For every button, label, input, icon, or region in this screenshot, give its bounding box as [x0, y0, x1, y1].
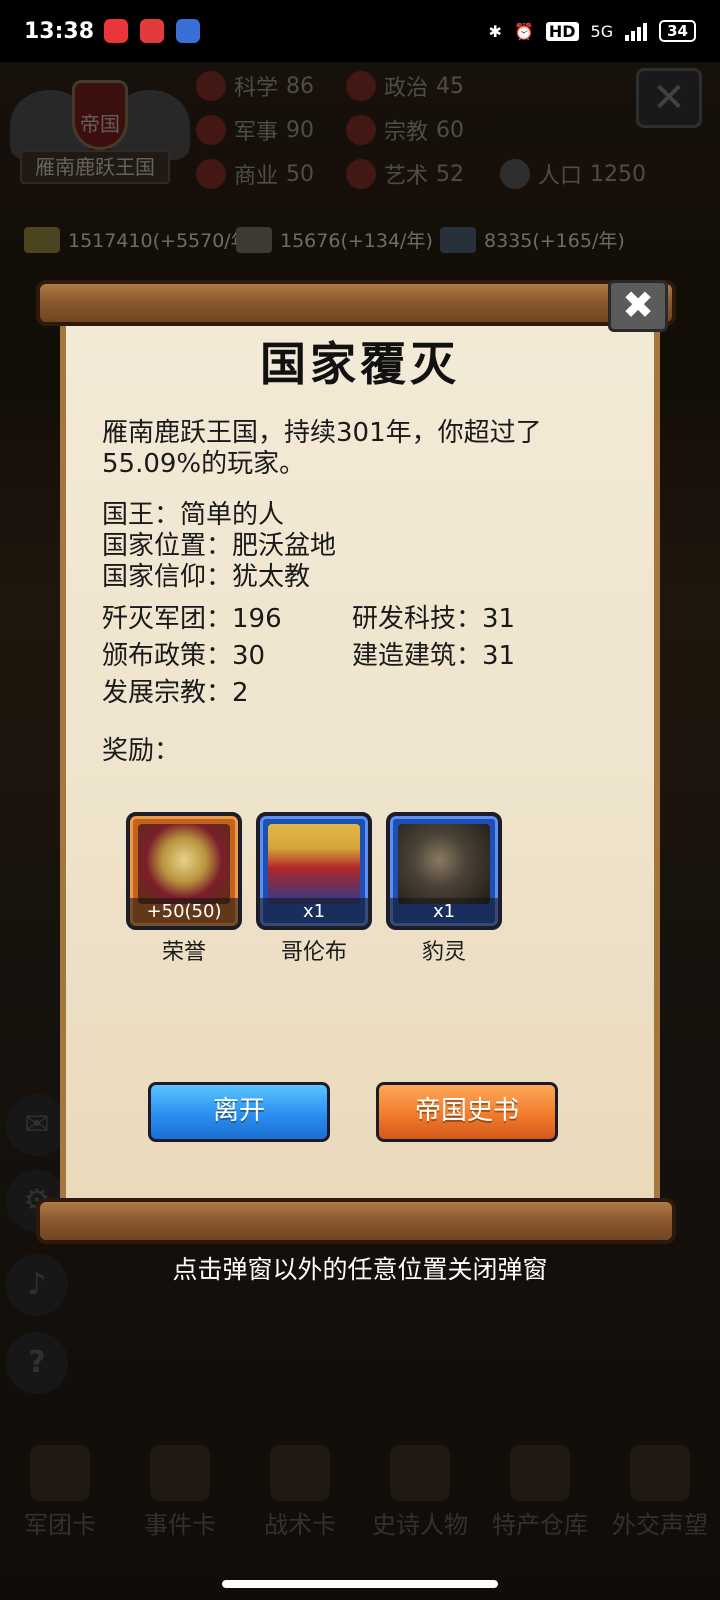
network-label: 5G — [590, 21, 614, 41]
religion-line: 国家信仰：犹太教 — [102, 562, 311, 592]
hd-badge: HD — [545, 21, 579, 41]
status-bar: 13:38 ✱ ⏰ HD 5G 34 — [0, 0, 720, 62]
reward-frame: x1 — [386, 812, 502, 930]
close-hint: 点击弹窗以外的任意位置关闭弹窗 — [172, 1255, 548, 1284]
dialog-close-button[interactable]: ✖ — [608, 280, 668, 332]
reward-count: +50(50) — [130, 898, 238, 926]
dialog-title: 国家覆灭 — [260, 337, 460, 391]
battery-indicator: 34 — [659, 20, 696, 42]
dialog-summary: 雁南鹿跃王国，持续301年，你超过了55.09%的玩家。 — [102, 418, 542, 479]
kingdom-info: 国王：简单的人 国家位置：肥沃盆地 国家信仰：犹太教 — [102, 500, 336, 593]
honor-medal-icon — [138, 824, 230, 904]
columbus-portrait-icon — [268, 824, 360, 904]
reward-name: 哥伦布 — [280, 940, 347, 965]
achievement-stats: 歼灭军团：196 研发科技：31 颁布政策：30 建造建筑：31 发展宗教：2 — [102, 604, 562, 709]
home-indicator[interactable] — [222, 1580, 498, 1588]
reward-name: 豹灵 — [421, 940, 466, 965]
reward-name: 荣誉 — [161, 940, 206, 965]
scroll-bottom-rod — [36, 1198, 676, 1244]
king-line: 国王：简单的人 — [102, 500, 285, 530]
bluetooth-icon: ✱ — [488, 21, 502, 41]
netease-music-icon — [104, 19, 129, 43]
reward-count: x1 — [260, 898, 368, 926]
status-time: 13:38 — [24, 18, 95, 44]
alarm-icon: ⏰ — [513, 21, 534, 41]
leopard-spirit-icon — [398, 824, 490, 904]
stat-policies: 颁布政策：30 — [102, 641, 266, 671]
reward-frame: +50(50) — [126, 812, 242, 930]
stat-religions: 发展宗教：2 — [102, 678, 249, 708]
reward-list: +50(50) 荣誉 x1 哥伦布 x1 豹灵 — [126, 812, 502, 966]
signal-icon — [625, 21, 648, 41]
empire-history-button[interactable]: 帝国史书 — [376, 1082, 558, 1142]
reward-label: 奖励： — [102, 736, 181, 766]
reward-item-leopard-spirit[interactable]: x1 豹灵 — [386, 812, 502, 966]
reward-item-columbus[interactable]: x1 哥伦布 — [256, 812, 372, 966]
stat-legions: 歼灭军团：196 — [102, 604, 282, 634]
settings-app-icon — [176, 19, 201, 43]
reward-item-honor[interactable]: +50(50) 荣誉 — [126, 812, 242, 966]
news-app-icon — [140, 19, 165, 43]
leave-button[interactable]: 离开 — [148, 1082, 330, 1142]
stat-buildings: 建造建筑：31 — [352, 641, 516, 671]
scroll-top-rod — [36, 280, 676, 326]
stat-tech: 研发科技：31 — [352, 604, 516, 634]
reward-count: x1 — [390, 898, 498, 926]
location-line: 国家位置：肥沃盆地 — [102, 531, 337, 561]
reward-frame: x1 — [256, 812, 372, 930]
